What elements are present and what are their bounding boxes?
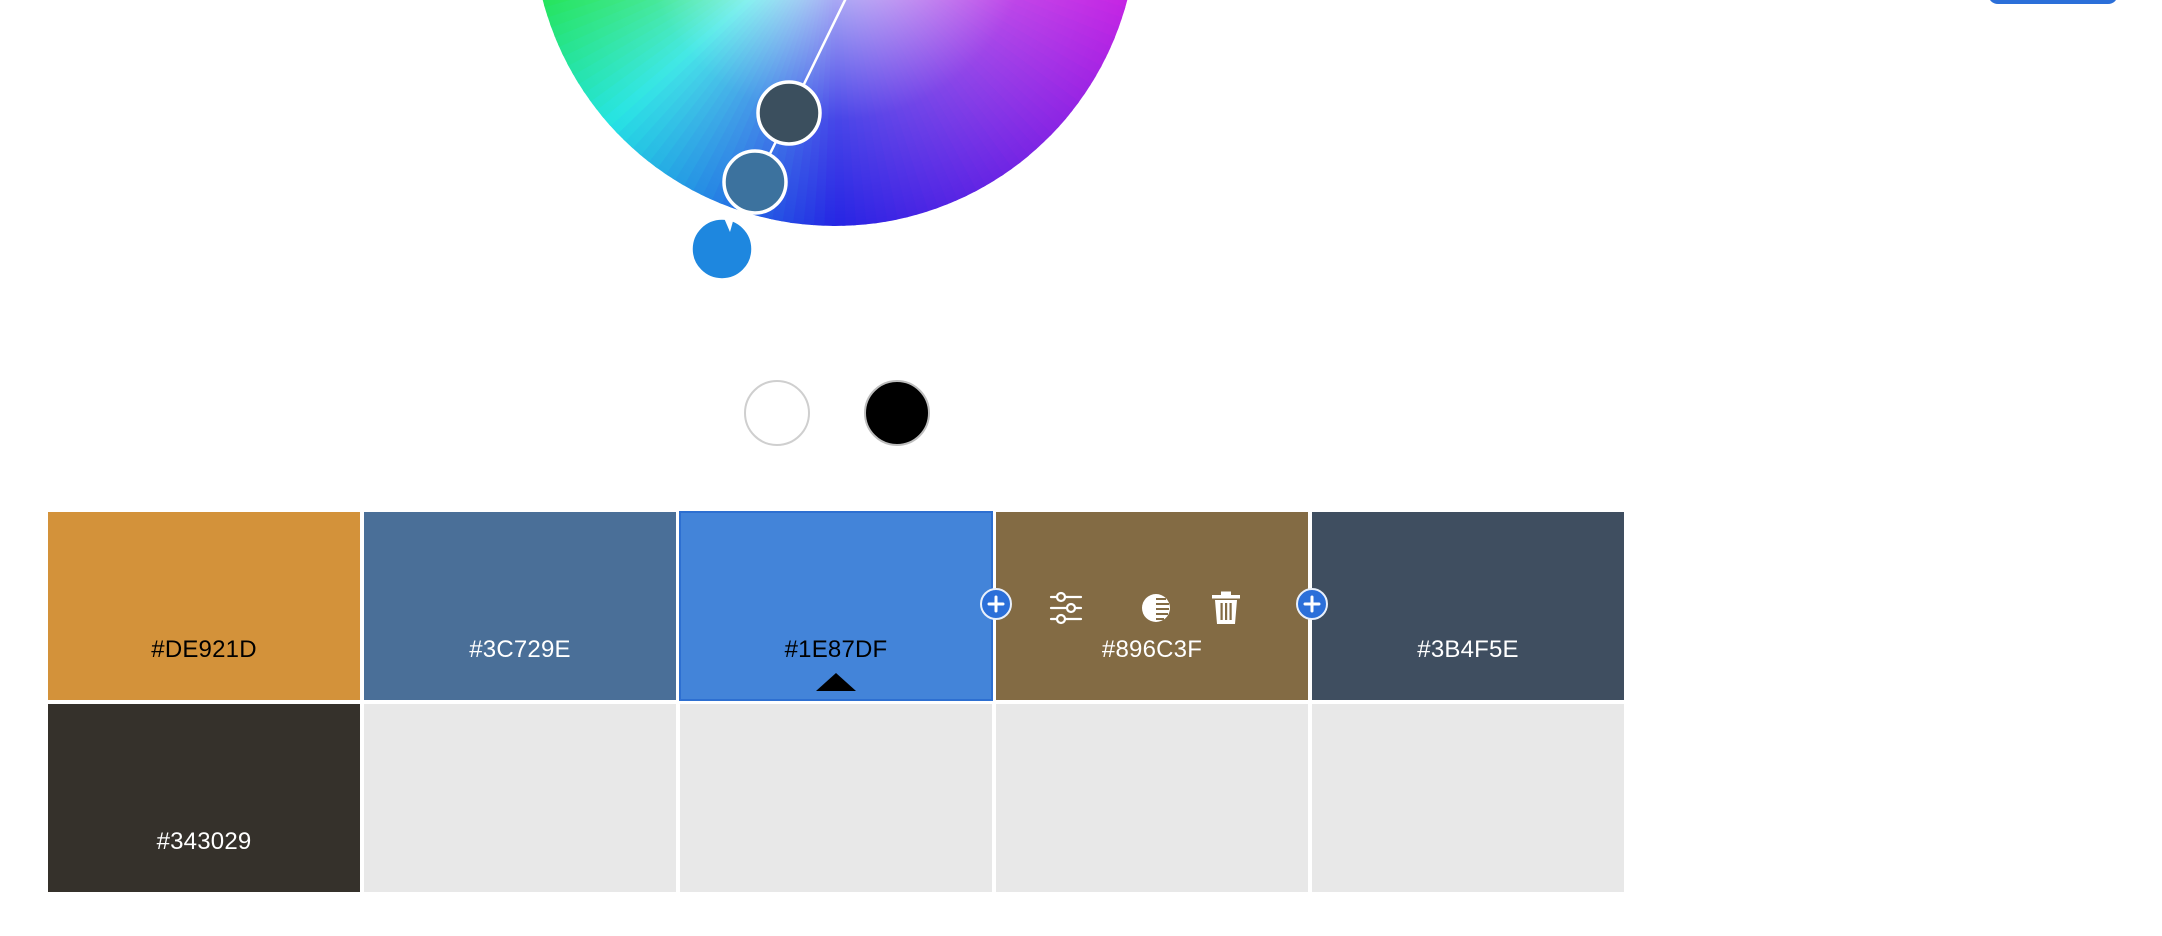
adjust-sliders-button[interactable]: [1048, 590, 1084, 626]
empty-swatch-slot[interactable]: [1312, 704, 1624, 892]
add-color-icon: [987, 595, 1005, 613]
add-color-icon: [1303, 595, 1321, 613]
selected-caret-icon: [816, 673, 856, 691]
palette-swatch[interactable]: #3C729E: [364, 512, 676, 700]
empty-swatch-slot[interactable]: [996, 704, 1308, 892]
adjust-sliders-icon: [1049, 591, 1083, 625]
color-palette: #DE921D #3C729E #1E87DF #896C3F #3B4F5E …: [48, 511, 1624, 894]
add-color-button[interactable]: [980, 588, 1012, 620]
wheel-handle[interactable]: [722, 149, 788, 215]
contrast-icon: [1142, 594, 1170, 622]
add-color-button[interactable]: [1296, 588, 1328, 620]
contrast-button[interactable]: [1138, 590, 1174, 626]
delete-color-button[interactable]: [1208, 590, 1244, 626]
palette-swatch-selected[interactable]: #1E87DF: [679, 511, 993, 701]
swatch-hex-label: #3C729E: [469, 636, 571, 663]
black-swatch-button[interactable]: [864, 380, 930, 446]
trash-icon: [1212, 591, 1240, 624]
top-action-button[interactable]: [1988, 0, 2118, 4]
color-wheel-area: [534, 0, 1138, 318]
swatch-hex-label: #896C3F: [1101, 636, 1203, 663]
swatch-hex-label: #1E87DF: [784, 636, 888, 663]
white-swatch-button[interactable]: [744, 380, 810, 446]
empty-swatch-slot[interactable]: [364, 704, 676, 892]
color-wheel[interactable]: [534, 0, 1138, 318]
empty-swatch-slot[interactable]: [680, 704, 992, 892]
wheel-handle[interactable]: [756, 80, 822, 146]
swatch-hex-label: #3B4F5E: [1417, 636, 1519, 663]
swatch-hex-label: #343029: [156, 828, 252, 855]
palette-swatch[interactable]: #3B4F5E: [1312, 512, 1624, 700]
swatch-hex-label: #DE921D: [151, 636, 257, 663]
palette-swatch[interactable]: #DE921D: [48, 512, 360, 700]
wheel-handle-active[interactable]: [689, 214, 755, 282]
palette-swatch[interactable]: #343029: [48, 704, 360, 892]
